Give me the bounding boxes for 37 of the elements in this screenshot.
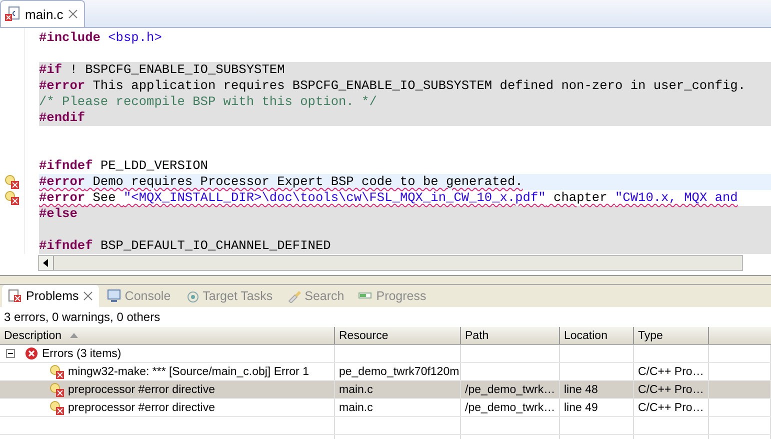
c-file-error-icon (5, 6, 20, 22)
table-cell-text: main.c (339, 382, 373, 398)
error-marker-icon (50, 382, 64, 396)
table-cell-text: C/C++ Pro… (638, 382, 704, 398)
collapse-toggle[interactable] (6, 349, 15, 358)
table-cell-text: /pe_demo_twrk… (465, 400, 556, 416)
table-cell-text: main.c (339, 400, 373, 416)
close-icon[interactable] (82, 291, 93, 301)
column-header[interactable]: Location (560, 327, 634, 344)
problems-summary: 3 errors, 0 warnings, 0 others (3, 309, 162, 326)
problem-description[interactable]: preprocessor #error directive (68, 382, 216, 398)
flashlight-icon (286, 289, 301, 303)
sort-icon[interactable] (70, 333, 78, 338)
table-cell-text: C/C++ Pro… (638, 400, 704, 416)
table-cell-text: /pe_demo_twrk… (465, 382, 556, 398)
close-icon[interactable] (68, 9, 78, 19)
table-cell-text: pe_demo_twrk70f120m (339, 364, 460, 380)
console-icon (106, 289, 121, 303)
tree-item[interactable]: Errors (3 items) (42, 346, 122, 362)
problem-description[interactable]: preprocessor #error directive (68, 400, 216, 416)
table-cell-text: C/C++ Pro… (638, 364, 704, 380)
problems-icon (8, 289, 22, 303)
left-arrow-icon[interactable] (43, 259, 49, 267)
panel-tab[interactable]: Problems (2, 285, 99, 307)
column-header[interactable]: Resource (335, 327, 461, 344)
minus-icon[interactable] (8, 351, 13, 356)
selected-row-highlight[interactable]: preprocessor #error directive main.c /pe_demo_twrk… line 48 C/C++ Pro… (0, 381, 771, 399)
column-header[interactable]: Description (0, 327, 335, 344)
target-icon (184, 289, 199, 303)
horizontal-scrollbar[interactable] (38, 255, 743, 271)
column-header[interactable]: Path (461, 327, 560, 344)
error-marker-icon (5, 175, 19, 189)
table-cell-text: line 49 (564, 400, 598, 416)
error-marker-icon (5, 191, 19, 205)
problem-description[interactable]: mingw32-make: *** [Source/main_c.obj] Error 1 (68, 364, 309, 380)
table-cell-text: line 48 (564, 382, 598, 398)
editor-tab[interactable]: main.c (0, 0, 86, 27)
